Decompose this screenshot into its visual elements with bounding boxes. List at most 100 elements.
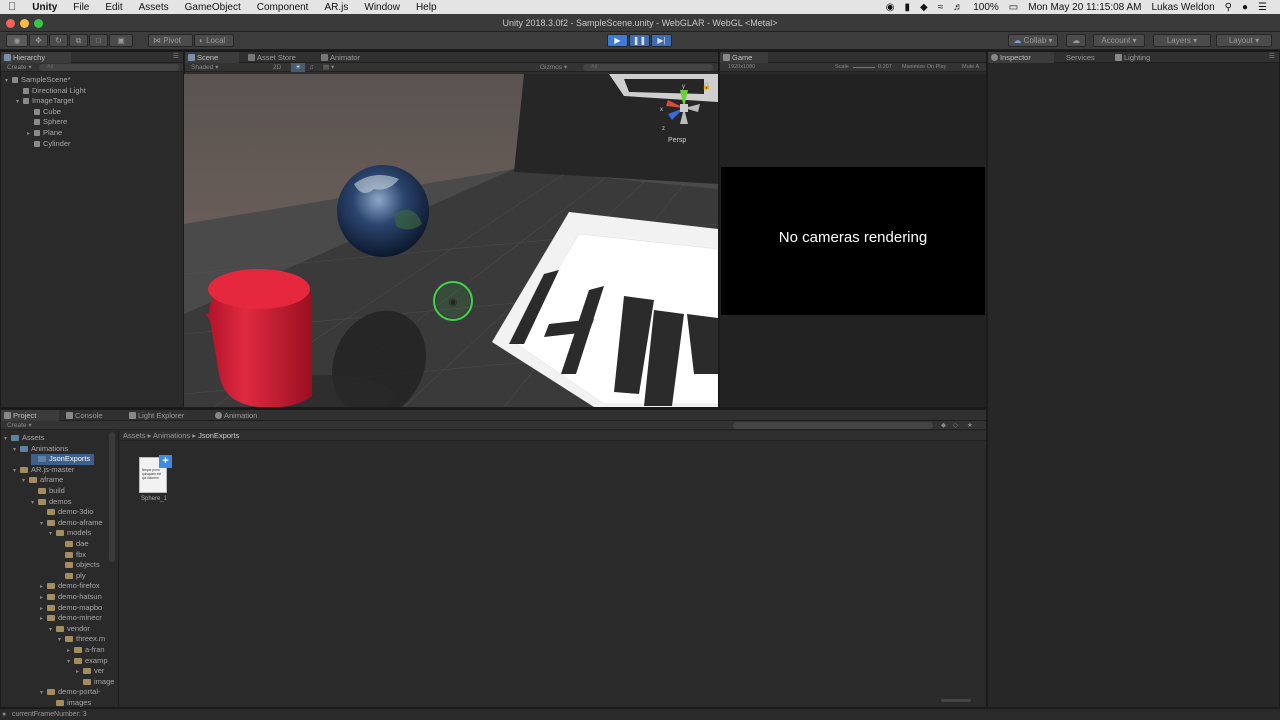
folder-tree-item[interactable]: ▸ demo-hatsun <box>40 592 106 603</box>
rotate-tool-button[interactable]: ↻ <box>49 34 68 47</box>
scene-gizmo[interactable]: y x z 🔒 <box>654 80 714 140</box>
folder-tree-item[interactable]: ▾ Animations <box>13 444 72 455</box>
project-search-input[interactable] <box>733 422 933 429</box>
folder-tree-item[interactable]: build <box>31 486 69 497</box>
expand-arrow-icon[interactable]: ▾ <box>40 688 47 699</box>
tab-services[interactable]: Services <box>1054 52 1108 63</box>
hierarchy-item[interactable]: Sphere <box>27 117 67 128</box>
folder-tree-item[interactable]: fbx <box>58 550 90 561</box>
tab-hierarchy[interactable]: Hierarchy <box>1 52 71 63</box>
folder-tree-scrollbar[interactable] <box>109 432 115 562</box>
hierarchy-item[interactable]: ▸ Plane <box>27 128 62 139</box>
breadcrumb-assets[interactable]: Assets <box>123 431 146 440</box>
expand-arrow-icon[interactable]: ▾ <box>67 657 74 668</box>
maximize-on-play-toggle[interactable]: Maximize On Play <box>902 63 946 72</box>
bookmark-icon[interactable]: ▮ <box>899 2 915 13</box>
expand-arrow-icon[interactable]: ▾ <box>49 625 56 636</box>
notification-center-icon[interactable]: ☰ <box>1253 2 1272 13</box>
effects-dropdown-icon[interactable]: ▤ ▾ <box>323 63 334 72</box>
hierarchy-item[interactable]: Cube <box>27 107 61 118</box>
menu-edit[interactable]: Edit <box>97 2 130 13</box>
scene-search-input[interactable]: All <box>583 64 713 71</box>
folder-tree-item[interactable]: ▸ ver <box>76 666 108 677</box>
tab-animator[interactable]: Animator <box>318 52 378 63</box>
view-tool-button[interactable]: ◉ <box>6 34 28 47</box>
folder-tree-item[interactable]: ▾ demos <box>31 497 76 508</box>
tab-lighting[interactable]: Lighting <box>1112 52 1172 63</box>
folder-tree-item[interactable]: demo-3dio <box>40 507 97 518</box>
record-icon[interactable]: ◉ <box>881 2 900 13</box>
hierarchy-item[interactable]: Cylinder <box>27 139 71 150</box>
battery-icon[interactable]: ▭ <box>1004 2 1023 13</box>
folder-tree-item[interactable]: ▾ threex.m <box>58 634 109 645</box>
asset-item[interactable]: Neque porro quisquam est qui dolorem + S… <box>137 455 172 505</box>
breadcrumb-jsonexports[interactable]: JsonExports <box>198 431 239 440</box>
mute-audio-toggle[interactable]: Mute A <box>962 63 979 72</box>
expand-arrow-icon[interactable]: ▾ <box>49 529 56 540</box>
pause-button[interactable]: ❚❚ <box>629 34 650 47</box>
wifi-icon[interactable]: ≈ <box>933 2 949 13</box>
inspector-menu-icon[interactable]: ☰ <box>1269 52 1275 60</box>
volume-icon[interactable]: ♬ <box>948 2 968 13</box>
folder-tree-item[interactable]: objects <box>58 560 104 571</box>
tab-scene[interactable]: Scene <box>185 52 239 63</box>
folder-tree-item[interactable]: images <box>49 698 95 708</box>
folder-tree-item[interactable]: ▾ vendor <box>49 624 94 635</box>
expand-arrow-icon[interactable]: ▾ <box>13 466 20 477</box>
tab-game[interactable]: Game <box>720 52 768 63</box>
layout-dropdown[interactable]: Layout ▾ <box>1216 34 1272 47</box>
close-window-button[interactable] <box>6 19 15 28</box>
audio-toggle-icon[interactable]: ♫ <box>309 63 314 72</box>
filter-type-icon[interactable]: ◆ <box>941 421 946 430</box>
hierarchy-item[interactable]: ▾ ImageTarget <box>16 96 74 107</box>
collab-dropdown[interactable]: ☁ Collab ▾ <box>1008 34 1058 47</box>
shading-mode-dropdown[interactable]: Shaded ▾ <box>191 63 219 72</box>
tab-inspector[interactable]: Inspector <box>988 52 1054 63</box>
tab-project[interactable]: Project <box>1 410 59 421</box>
transform-tool-button[interactable]: ▣ <box>109 34 133 47</box>
shield-icon[interactable]: ◆ <box>915 2 933 13</box>
move-tool-button[interactable]: ✥ <box>29 34 48 47</box>
folder-tree-item[interactable]: ▾ AR.js-master <box>13 465 78 476</box>
folder-tree-item[interactable]: ▸ demo-minecr <box>40 613 106 624</box>
folder-tree-item[interactable]: ▾ examp <box>67 656 112 667</box>
hierarchy-item[interactable]: ▾ SampleScene* <box>5 75 71 86</box>
menu-component[interactable]: Component <box>249 2 317 13</box>
folder-tree-item[interactable]: ▾ demo-aframe <box>40 518 107 529</box>
folder-tree-item[interactable]: ▸ a-fran <box>67 645 109 656</box>
folder-tree-item[interactable]: ▸ demo-mapbo <box>40 603 106 614</box>
expand-arrow-icon[interactable]: ▾ <box>16 97 23 108</box>
siri-icon[interactable]: ● <box>1237 2 1253 13</box>
menu-gameobject[interactable]: GameObject <box>177 2 249 13</box>
panel-menu-icon[interactable]: ☰ <box>173 52 179 60</box>
folder-tree-item[interactable]: ▾ Assets <box>4 433 49 444</box>
expand-arrow-icon[interactable]: ▾ <box>31 498 38 509</box>
layers-dropdown[interactable]: Layers ▾ <box>1153 34 1211 47</box>
filter-label-icon[interactable]: ◇ <box>953 421 958 430</box>
favorites-icon[interactable]: ★ <box>967 421 973 430</box>
folder-tree-item[interactable]: ▾ models <box>49 528 95 539</box>
expand-arrow-icon[interactable]: ▾ <box>22 476 29 487</box>
folder-tree-item[interactable]: ▾ aframe <box>22 475 67 486</box>
project-create-dropdown[interactable]: Create ▾ <box>7 421 32 430</box>
breadcrumb-animations[interactable]: Animations <box>153 431 190 440</box>
menu-help[interactable]: Help <box>408 2 445 13</box>
game-viewport[interactable]: No cameras rendering <box>720 74 986 407</box>
scale-slider[interactable] <box>853 67 875 68</box>
folder-tree-item[interactable]: ▸ demo-firefox <box>40 581 104 592</box>
hierarchy-search-input[interactable]: All <box>39 64 179 71</box>
lighting-toggle-icon[interactable]: ☀ <box>291 63 305 72</box>
expand-arrow-icon[interactable]: ▾ <box>5 76 12 87</box>
expand-arrow-icon[interactable]: ▸ <box>40 614 47 625</box>
folder-tree-item[interactable]: JsonExports <box>31 454 95 465</box>
tab-console[interactable]: Console <box>63 410 123 421</box>
expand-arrow-icon[interactable]: ▾ <box>4 434 11 445</box>
rect-tool-button[interactable]: □ <box>89 34 108 47</box>
scale-tool-button[interactable]: ⧉ <box>69 34 88 47</box>
resolution-dropdown[interactable]: 1920x1080 <box>728 63 755 72</box>
minimize-window-button[interactable] <box>20 19 29 28</box>
2d-toggle[interactable]: 2D <box>273 63 281 72</box>
local-toggle[interactable]: ◐ Local <box>194 34 234 47</box>
scene-viewport[interactable]: Hi ◉ y x z 🔒 Persp <box>184 74 718 407</box>
folder-tree-item[interactable]: ply <box>58 571 90 582</box>
